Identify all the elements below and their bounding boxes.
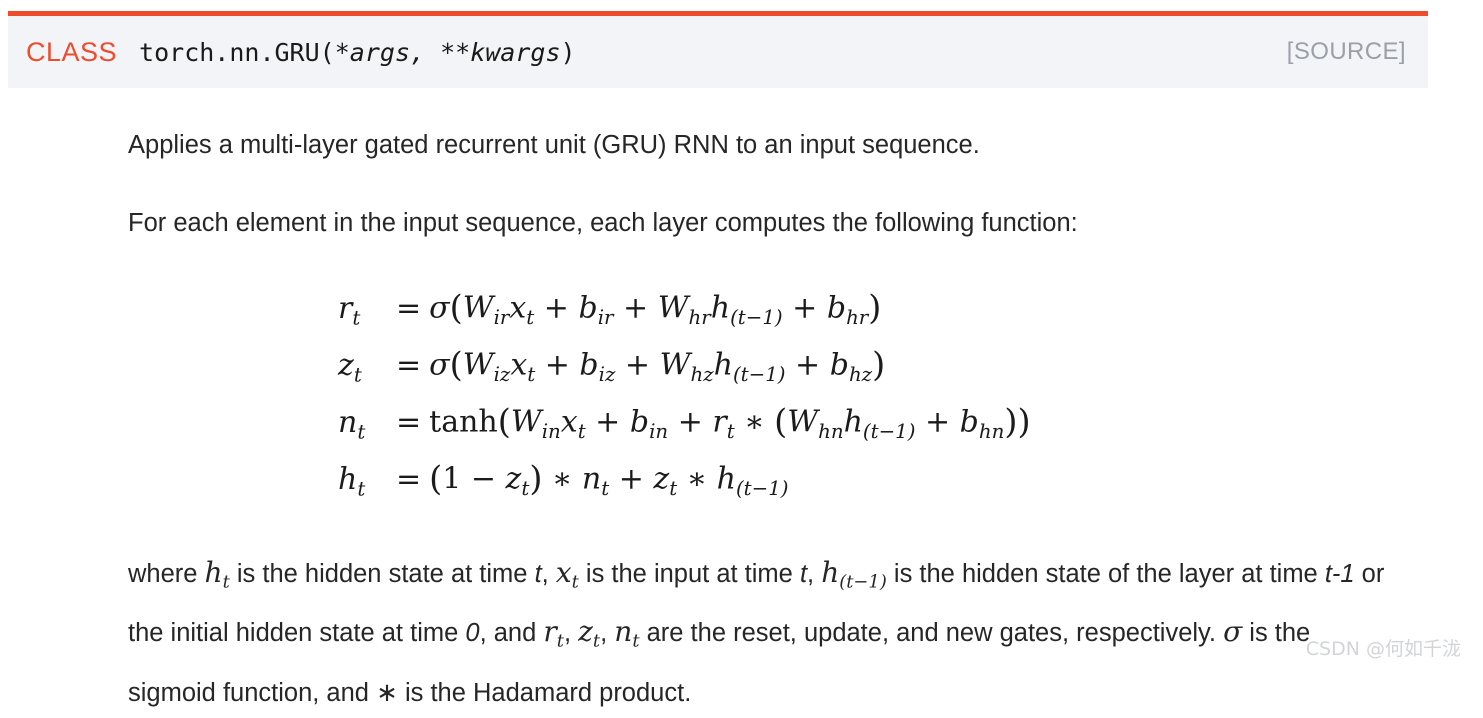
equation-relation: = xyxy=(396,347,422,383)
text-seg-12: is the Hadamard product. xyxy=(397,678,692,707)
csdn-watermark: CSDN @何如千泷 xyxy=(1305,638,1461,660)
text-seg-5: is the hidden state of the layer at time xyxy=(886,559,1325,588)
equation-lhs: nt xyxy=(338,404,366,443)
equation-relation: = xyxy=(396,461,422,497)
text-seg-9: , xyxy=(600,619,615,648)
equation-lhs: ht xyxy=(338,461,366,500)
gru-equation-block: rt = σ(Wirxt + bir + Whrh(t−1) + bhr) zt… xyxy=(128,284,1398,512)
text-seg-10: are the reset, update, and new gates, re… xyxy=(639,619,1224,648)
text-seg-7: , and xyxy=(479,619,544,648)
class-args: *args, **kwargs xyxy=(334,37,561,67)
lead-in-paragraph: For each element in the input sequence, … xyxy=(128,209,1078,237)
close-paren: ) xyxy=(560,37,576,67)
equation-update-gate: zt = σ(Wizxt + biz + Whzh(t−1) + bhz) xyxy=(338,341,1398,398)
class-name-text: torch.nn.GRU xyxy=(139,37,320,67)
equation-lhs: rt xyxy=(338,290,361,329)
equation-lhs: zt xyxy=(338,347,362,386)
intro-paragraph: Applies a multi-layer gated recurrent un… xyxy=(128,131,980,159)
inline-h-t-minus-1: h(t−1) xyxy=(821,555,887,593)
text-where: where xyxy=(128,559,205,588)
class-signature-header: CLASS torch.nn.GRU(*args, **kwargs) [SOU… xyxy=(8,11,1428,88)
explanation-paragraph: where ht is the hidden state at time t , … xyxy=(128,548,1398,718)
text-seg-2: , xyxy=(541,559,556,588)
text-seg-4: , xyxy=(807,559,822,588)
equation-rhs: tanh(Winxt + bin + rt ∗ (Whnh(t−1) + bhn… xyxy=(429,401,1031,443)
equation-hidden-state: ht = (1 − zt) ∗ nt + zt ∗ h(t−1) xyxy=(338,455,1398,512)
class-keyword-label: CLASS xyxy=(26,36,118,67)
equation-relation: = xyxy=(396,290,422,326)
inline-time-t-minus-1: t-1 xyxy=(1324,559,1355,588)
text-seg-1: is the hidden state at time xyxy=(229,559,535,588)
source-link[interactable]: [SOURCE] xyxy=(1287,38,1406,66)
inline-sigma-symbol: σ xyxy=(1223,615,1243,649)
equation-rhs: (1 − zt) ∗ nt + zt ∗ h(t−1) xyxy=(429,458,789,500)
inline-asterisk-symbol: ∗ xyxy=(376,676,398,707)
inline-x-t: xt xyxy=(555,555,579,593)
doc-body: Applies a multi-layer gated recurrent un… xyxy=(128,120,1398,718)
equation-rhs: σ(Wizxt + biz + Whzh(t−1) + bhz) xyxy=(429,344,886,386)
equation-new-gate: nt = tanh(Winxt + bin + rt ∗ (Whnh(t−1) … xyxy=(338,398,1398,455)
text-seg-3: is the input at time xyxy=(578,559,800,588)
signature-bar: CLASS torch.nn.GRU(*args, **kwargs) [SOU… xyxy=(8,16,1428,88)
inline-n-t: nt xyxy=(614,615,640,652)
inline-time-t-1: t xyxy=(534,559,542,588)
inline-r-t: rt xyxy=(543,615,564,652)
inline-time-zero: 0 xyxy=(465,619,480,648)
equation-reset-gate: rt = σ(Wirxt + bir + Whrh(t−1) + bhr) xyxy=(338,284,1398,341)
inline-time-t-2: t xyxy=(799,559,808,588)
text-seg-8: , xyxy=(563,619,579,648)
equation-rhs: σ(Wirxt + bir + Whrh(t−1) + bhr) xyxy=(429,288,882,329)
equation-relation: = xyxy=(396,404,422,440)
inline-z-t: zt xyxy=(578,615,601,652)
inline-h-t: ht xyxy=(204,555,230,593)
class-qualified-name: torch.nn.GRU(*args, **kwargs) xyxy=(139,38,576,67)
open-paren: ( xyxy=(319,37,335,67)
